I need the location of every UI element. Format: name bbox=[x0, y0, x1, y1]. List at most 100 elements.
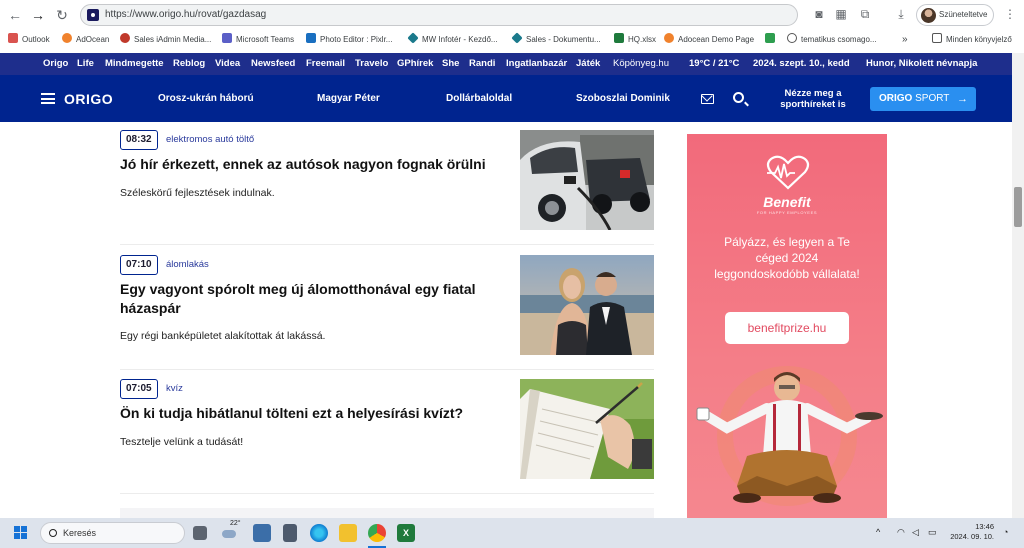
download-icon[interactable]: ⤓ bbox=[893, 6, 909, 22]
topnav-nameday: Hunor, Nikolett névnapja bbox=[866, 58, 978, 69]
article-lead: Széleskörű fejlesztések indulnak. bbox=[120, 187, 275, 199]
site-favicon-icon bbox=[87, 9, 99, 21]
chrome-icon[interactable] bbox=[368, 524, 386, 542]
bookmarks-overflow-icon[interactable]: » bbox=[902, 33, 908, 47]
reload-icon[interactable]: ↻ bbox=[53, 6, 71, 24]
article-tag[interactable]: kvíz bbox=[166, 383, 183, 394]
article-tag[interactable]: álomlakás bbox=[166, 259, 209, 270]
bookmark-hq-xlsx[interactable]: HQ.xlsx bbox=[614, 33, 656, 47]
topnav-videa[interactable]: Videa bbox=[215, 58, 240, 69]
bookmark-outlook[interactable]: Outlook bbox=[8, 33, 50, 47]
topnav-newsfeed[interactable]: Newsfeed bbox=[251, 58, 295, 69]
excel-icon[interactable]: X bbox=[397, 524, 415, 542]
article-thumbnail-ev-charger[interactable] bbox=[520, 130, 654, 230]
arrow-right-icon: → bbox=[957, 93, 968, 105]
article-thumbnail-writing[interactable] bbox=[520, 379, 654, 479]
article-card[interactable]: 07:10 álomlakás Egy vagyont spórolt meg … bbox=[120, 255, 654, 370]
clock-date: 2024. 09. 10. bbox=[950, 532, 994, 541]
article-tag[interactable]: elektromos autó töltő bbox=[166, 134, 254, 145]
ad-subtitle: FOR HAPPY EMPLOYEES bbox=[756, 210, 818, 215]
article-card[interactable]: 08:32 elektromos autó töltő Jó hír érkez… bbox=[120, 130, 654, 245]
translate-icon[interactable]: ▦ bbox=[833, 6, 849, 22]
system-clock[interactable]: 13:46 2024. 09. 10. bbox=[950, 522, 994, 542]
hamburger-menu-icon[interactable] bbox=[41, 93, 55, 104]
bookmark-sales-iadmin[interactable]: Sales iAdmin Media... bbox=[120, 33, 211, 47]
browser-toolbar: ← → ↻ https://www.origo.hu/rovat/gazdasa… bbox=[0, 0, 1024, 30]
article-title[interactable]: Egy vagyont spórolt meg új álomotthonáva… bbox=[120, 280, 490, 318]
calculator-icon[interactable] bbox=[283, 524, 297, 542]
camera-icon[interactable]: ◙ bbox=[811, 6, 827, 22]
topnav-ingatlanbazar[interactable]: Ingatlanbazár bbox=[506, 58, 567, 69]
clock-time: 13:46 bbox=[975, 522, 994, 531]
nav-link-dollarbaloldal[interactable]: Dollárbaloldal bbox=[446, 93, 512, 104]
mail-icon[interactable] bbox=[701, 94, 714, 104]
globe-icon bbox=[787, 33, 797, 43]
bookmark-green[interactable] bbox=[765, 33, 779, 47]
wifi-icon[interactable]: ◠ bbox=[897, 527, 905, 538]
topnav-randi[interactable]: Randi bbox=[469, 58, 495, 69]
article-card[interactable]: 07:05 kvíz Ön ki tudja hibátlanul tölten… bbox=[120, 379, 654, 494]
forward-arrow-icon[interactable]: → bbox=[29, 6, 47, 24]
bookmark-adocean-demo[interactable]: Adocean Demo Page bbox=[664, 33, 754, 47]
plus-icon bbox=[765, 33, 775, 43]
tray-overflow-icon[interactable]: ^ bbox=[876, 527, 880, 537]
edge-icon[interactable] bbox=[310, 524, 328, 542]
topnav-jatek[interactable]: Játék bbox=[576, 58, 600, 69]
nav-link-szoboszlai[interactable]: Szoboszlai Dominik bbox=[576, 93, 670, 104]
topnav-freemail[interactable]: Freemail bbox=[306, 58, 345, 69]
windows-start-icon[interactable] bbox=[14, 526, 28, 540]
address-bar[interactable]: https://www.origo.hu/rovat/gazdasag bbox=[80, 4, 798, 26]
bookmark-sales-dokumentum[interactable]: Sales - Dokumentu... bbox=[511, 32, 601, 47]
ad-text: Pályázz, és legyen a Te céged 2024 leggo… bbox=[714, 235, 860, 281]
article-lead: Egy régi banképületet alakítottak át lak… bbox=[120, 330, 326, 342]
topnav-koponyeg[interactable]: Köpönyeg.hu bbox=[613, 58, 669, 69]
topnav-life[interactable]: Life bbox=[77, 58, 94, 69]
adocean-icon bbox=[62, 33, 72, 43]
topnav-mindmegette[interactable]: Mindmegette bbox=[105, 58, 164, 69]
file-explorer-icon[interactable] bbox=[339, 524, 357, 542]
volume-icon[interactable]: ◁ bbox=[912, 527, 919, 538]
sales-icon bbox=[120, 33, 130, 43]
bookmark-mw-infoter[interactable]: MW Infotér - Kezdő... bbox=[407, 32, 498, 47]
profile-button[interactable]: Szüneteltetve bbox=[916, 4, 994, 26]
article-title[interactable]: Ön ki tudja hibátlanul tölteni ezt a hel… bbox=[120, 404, 490, 423]
origo-sport-button[interactable]: ORIGO SPORT → bbox=[870, 87, 976, 111]
main-header: ORIGO Orosz-ukrán háború Magyar Péter Do… bbox=[0, 75, 1012, 122]
scrollbar-thumb[interactable] bbox=[1014, 187, 1022, 227]
outlook-icon bbox=[8, 33, 18, 43]
nav-link-orosz-ukran[interactable]: Orosz-ukrán háború bbox=[158, 93, 254, 104]
search-icon[interactable] bbox=[733, 92, 744, 103]
sport-button-bold: ORIGO bbox=[879, 93, 913, 104]
notepad-icon[interactable] bbox=[253, 524, 271, 542]
taskbar-search-label: Keresés bbox=[63, 528, 97, 538]
topnav-gphirek[interactable]: GPhírek bbox=[397, 58, 433, 69]
weather-temp: 22° bbox=[230, 520, 241, 527]
topnav-travelo[interactable]: Travelo bbox=[355, 58, 388, 69]
bookmark-tematikus[interactable]: tematikus csomago... bbox=[787, 33, 877, 47]
topnav-date: 2024. szept. 10., kedd bbox=[753, 58, 850, 69]
back-arrow-icon[interactable]: ← bbox=[6, 6, 24, 24]
ad-cta-button[interactable]: benefitprize.hu bbox=[725, 312, 849, 344]
battery-icon[interactable]: ▭ bbox=[928, 527, 937, 538]
topnav-she[interactable]: She bbox=[442, 58, 459, 69]
bookmark-pixlr[interactable]: Photo Editor : Pixlr... bbox=[306, 33, 392, 47]
article-thumbnail-couple[interactable] bbox=[520, 255, 654, 355]
benefit-ad-banner[interactable]: Benefit FOR HAPPY EMPLOYEES Pályázz, és … bbox=[687, 134, 887, 518]
extensions-icon[interactable]: ⧉ bbox=[857, 6, 873, 22]
search-icon bbox=[49, 529, 57, 537]
notification-bell-icon[interactable]: ◔ bbox=[1003, 527, 1008, 537]
bookmark-adocean[interactable]: AdOcean bbox=[62, 33, 109, 47]
taskbar-search-box[interactable]: Keresés bbox=[40, 522, 185, 544]
topnav-reblog[interactable]: Reblog bbox=[173, 58, 205, 69]
task-view-icon[interactable] bbox=[193, 526, 207, 540]
topnav-origo[interactable]: Origo bbox=[43, 58, 68, 69]
page-scrollbar[interactable] bbox=[1012, 53, 1024, 518]
weather-widget-icon[interactable]: 22° bbox=[222, 520, 241, 542]
origo-logo[interactable]: ORIGO bbox=[64, 91, 113, 107]
article-title[interactable]: Jó hír érkezett, ennek az autósok nagyon… bbox=[120, 155, 490, 174]
bookmark-teams[interactable]: Microsoft Teams bbox=[222, 33, 294, 47]
nav-link-magyar-peter[interactable]: Magyar Péter bbox=[317, 93, 380, 104]
menu-dots-icon[interactable]: ⋮ bbox=[1002, 6, 1018, 22]
network-nav: Origo Life Mindmegette Reblog Videa News… bbox=[0, 53, 1012, 75]
bookmark-all-folder[interactable]: Minden könyvjelző bbox=[932, 33, 1012, 47]
